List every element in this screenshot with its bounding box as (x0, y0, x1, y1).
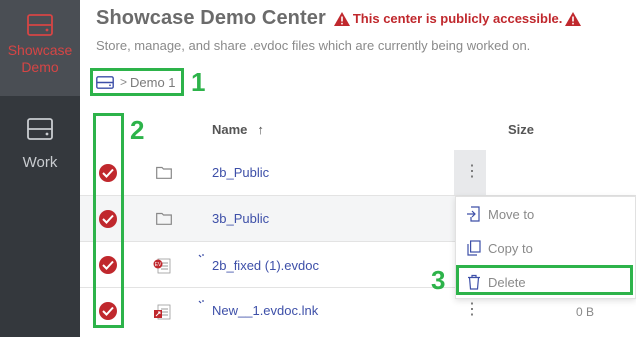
menu-item-copy-to[interactable]: Copy to (456, 231, 636, 265)
file-name-link[interactable]: 2b_Public (212, 165, 269, 180)
warning-icon (565, 11, 582, 26)
breadcrumb-current[interactable]: Demo 1 (130, 75, 176, 90)
loading-spinner-icon (197, 296, 207, 314)
move-icon (466, 206, 482, 222)
drive-icon[interactable] (96, 75, 114, 89)
column-header-name-label: Name (212, 122, 248, 137)
table-row[interactable]: 2b_Public ⋮ (80, 150, 636, 196)
page-title: Showcase Demo Center (96, 7, 326, 29)
menu-item-label: Copy to (488, 240, 533, 256)
menu-item-move-to[interactable]: Move to (456, 197, 636, 231)
evdoc-file-icon: EV (152, 256, 174, 279)
warning-text: This center is publicly accessible. (352, 11, 563, 26)
folder-icon (156, 166, 172, 184)
copy-icon (466, 240, 482, 256)
loading-spinner-icon (197, 250, 207, 268)
file-name-link[interactable]: 3b_Public (212, 211, 269, 226)
drive-icon (27, 118, 53, 140)
column-header-size[interactable]: Size (508, 122, 534, 137)
delete-highlight-frame (456, 265, 633, 295)
more-vertical-icon[interactable]: ⋮ (464, 164, 480, 180)
warning-icon (333, 11, 350, 26)
callout-2: 2 (130, 115, 145, 145)
public-warning: This center is publicly accessible. (333, 11, 582, 26)
sort-ascending-icon: ↑ (257, 122, 264, 137)
callout-3: 3 (431, 265, 446, 295)
sidebar: Showcase Demo Work (0, 0, 80, 337)
svg-text:EV: EV (155, 262, 162, 268)
sidebar-item-label: Work (22, 154, 58, 171)
breadcrumb-separator: > (120, 75, 128, 89)
page-subtitle: Store, manage, and share .evdoc files wh… (96, 38, 531, 53)
more-vertical-icon[interactable]: ⋮ (464, 302, 480, 318)
folder-icon (156, 212, 172, 230)
file-size: 0 B (576, 305, 595, 319)
sidebar-item-work[interactable]: Work (0, 104, 80, 176)
menu-item-label: Move to (488, 206, 535, 222)
drive-icon (27, 14, 53, 36)
column-header-name[interactable]: Name ↑ (212, 122, 264, 137)
checkbox-highlight-frame (93, 113, 124, 328)
callout-1: 1 (191, 67, 206, 97)
breadcrumb: > Demo 1 (90, 68, 184, 96)
file-name-link[interactable]: New__1.evdoc.lnk (212, 303, 318, 318)
page-header: Showcase Demo Center This center is publ… (96, 7, 582, 30)
sidebar-item-label: Showcase Demo (7, 42, 73, 75)
file-name-link[interactable]: 2b_fixed (1).evdoc (212, 258, 319, 273)
sidebar-item-showcase-demo[interactable]: Showcase Demo (0, 0, 80, 96)
evdoc-link-icon (152, 302, 174, 325)
